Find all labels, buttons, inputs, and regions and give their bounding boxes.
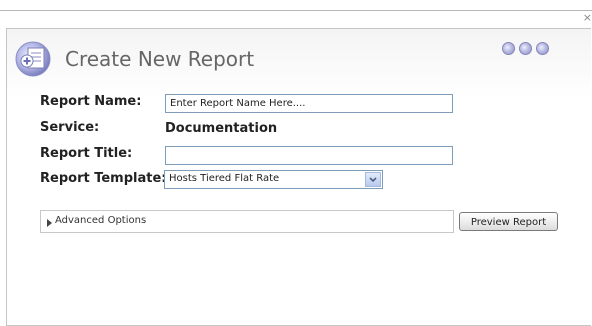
report-title-label: Report Title:: [40, 146, 133, 161]
service-value: Documentation: [165, 121, 278, 136]
window-button-1[interactable]: [502, 42, 515, 55]
window-buttons: [502, 42, 549, 55]
close-icon[interactable]: ×: [583, 12, 592, 23]
report-template-select[interactable]: Hosts Tiered Flat Rate: [164, 170, 383, 189]
chevron-down-icon[interactable]: [365, 172, 381, 187]
caret-right-icon: [47, 217, 52, 230]
report-add-icon: [14, 40, 52, 78]
top-bar: [0, 0, 592, 11]
page-title: Create New Report: [65, 47, 255, 71]
window-button-2[interactable]: [519, 42, 532, 55]
advanced-options-toggle[interactable]: Advanced Options: [40, 210, 454, 233]
report-name-input[interactable]: [165, 94, 453, 113]
report-template-label: Report Template:: [40, 171, 167, 186]
window-button-3[interactable]: [536, 42, 549, 55]
advanced-options-label: Advanced Options: [55, 215, 147, 226]
preview-report-button[interactable]: Preview Report: [459, 212, 558, 231]
report-title-input[interactable]: [165, 146, 453, 165]
report-template-value: Hosts Tiered Flat Rate: [169, 173, 280, 184]
report-name-label: Report Name:: [40, 94, 142, 109]
service-label: Service:: [40, 120, 100, 135]
